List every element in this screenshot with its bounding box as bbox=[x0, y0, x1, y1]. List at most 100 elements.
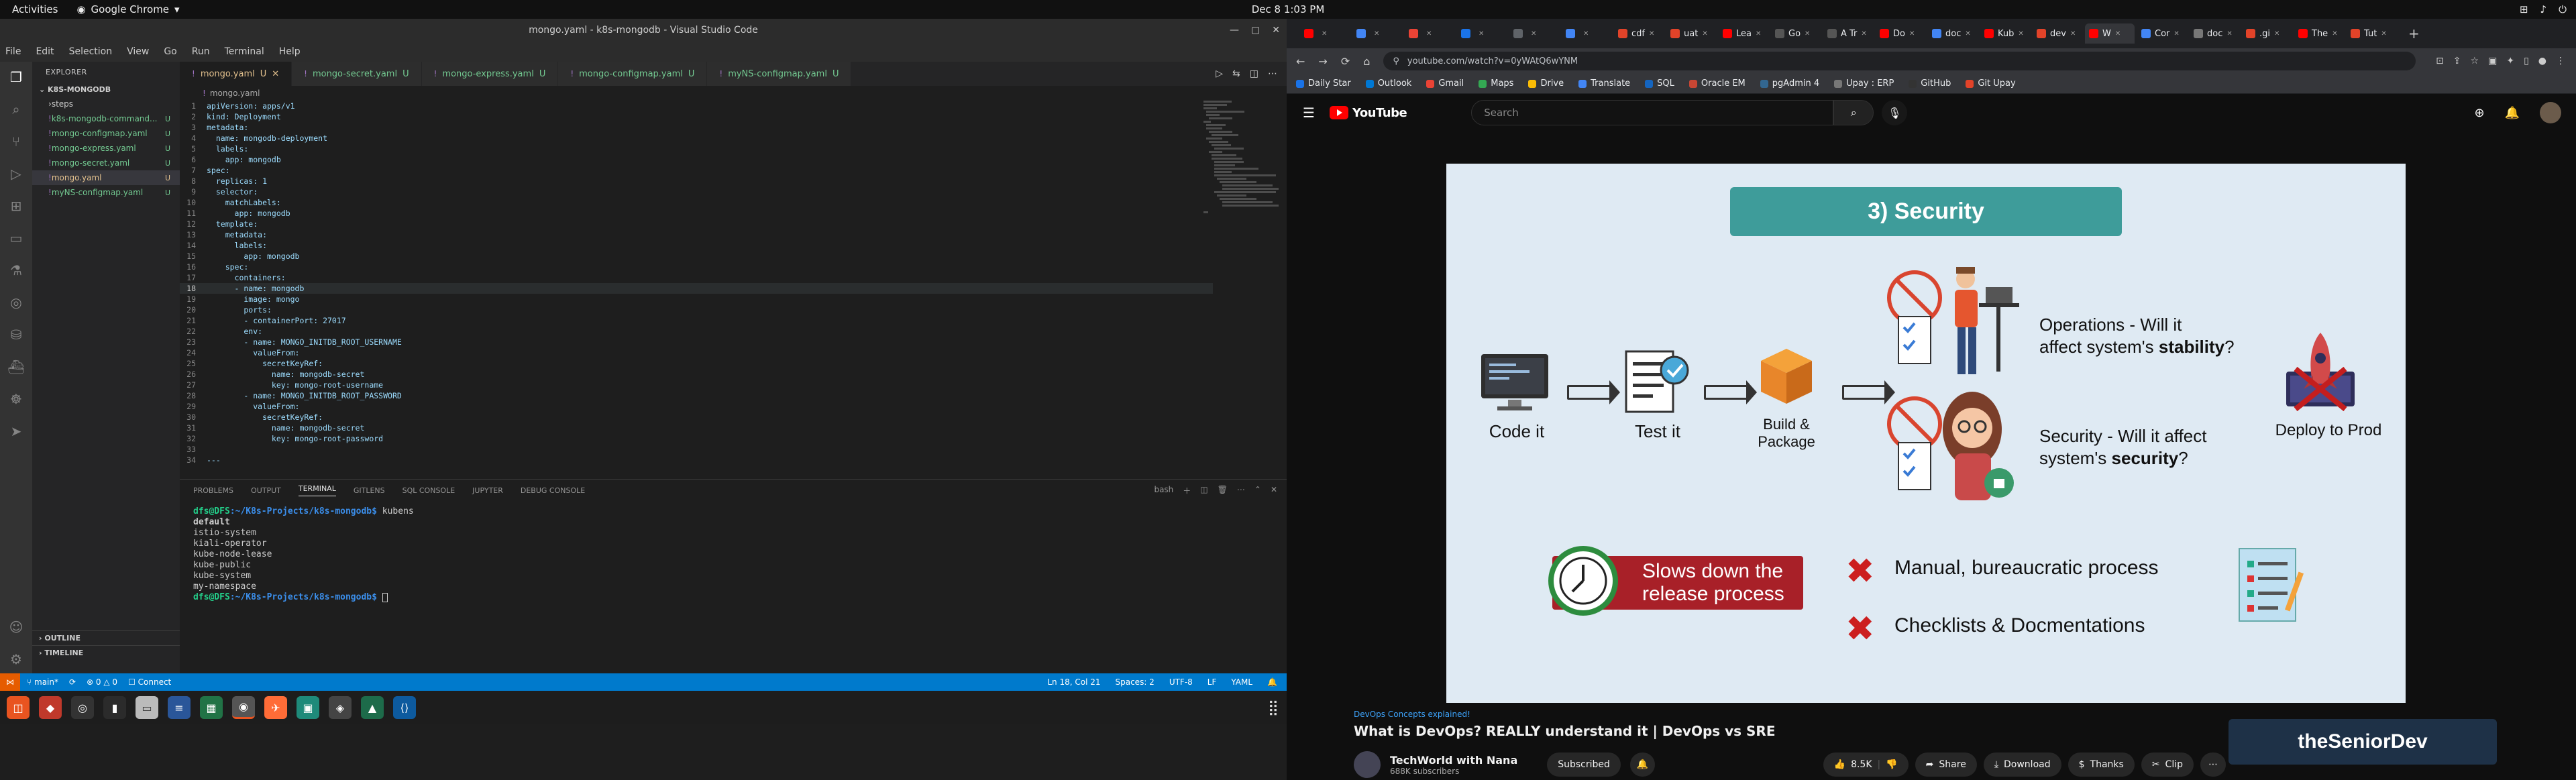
screenshot-app-icon[interactable]: ▣ bbox=[297, 696, 319, 719]
panel-tab-terminal[interactable]: TERMINAL bbox=[298, 484, 336, 496]
browser-tab[interactable]: .gi ✕ bbox=[2242, 23, 2292, 44]
menu-file[interactable]: File bbox=[5, 46, 21, 57]
ubuntu-software-icon[interactable]: ◫ bbox=[7, 696, 30, 719]
editor-tab[interactable]: ! mongo.yaml U ✕ bbox=[180, 62, 292, 86]
remote-indicator-icon[interactable]: ⋈ bbox=[0, 673, 20, 691]
sidepanel-icon[interactable]: ▯ bbox=[2524, 56, 2529, 66]
workspace-folder[interactable]: ⌄ K8S-MONGODB bbox=[32, 82, 180, 97]
close-tab-icon[interactable]: ✕ bbox=[272, 69, 279, 79]
browser-tab[interactable]: A Tr ✕ bbox=[1823, 23, 1873, 44]
maximize-panel-icon[interactable]: ⌃ bbox=[1254, 485, 1261, 496]
menu-go[interactable]: Go bbox=[164, 46, 176, 57]
thanks-button[interactable]: $ Thanks bbox=[2068, 753, 2135, 777]
cursor-position[interactable]: Ln 18, Col 21 bbox=[1047, 677, 1100, 687]
file-item[interactable]: ! k8s-mongodb-command... U bbox=[32, 111, 180, 126]
panel-tab-output[interactable]: OUTPUT bbox=[251, 486, 281, 495]
search-icon[interactable]: ⌕ bbox=[7, 101, 25, 118]
compare-icon[interactable]: ⇆ bbox=[1232, 68, 1240, 79]
close-tab-icon[interactable]: ✕ bbox=[1909, 30, 1915, 38]
app-menu[interactable]: ◉ Google Chrome ▾ bbox=[70, 3, 186, 15]
vscode-app-icon[interactable]: ⟨⟩ bbox=[393, 696, 416, 719]
close-tab-icon[interactable]: ✕ bbox=[1531, 30, 1536, 38]
file-item[interactable]: ! mongo.yaml U bbox=[32, 170, 180, 185]
close-tab-icon[interactable]: ✕ bbox=[1426, 30, 1432, 38]
bookmark-item[interactable]: pgAdmin 4 bbox=[1760, 78, 1819, 89]
docs-icon[interactable]: ≡ bbox=[168, 696, 191, 719]
browser-tab[interactable]: ✕ bbox=[1562, 23, 1611, 44]
remote-explorer-icon[interactable]: ▭ bbox=[7, 229, 25, 247]
run-icon[interactable]: ▷ bbox=[1216, 68, 1223, 79]
chrome-menu-icon[interactable]: ⋮ bbox=[2556, 56, 2565, 66]
panel-tab-jupyter[interactable]: JUPYTER bbox=[472, 486, 503, 495]
close-tab-icon[interactable]: ✕ bbox=[1702, 30, 1707, 38]
close-panel-icon[interactable]: ✕ bbox=[1271, 485, 1277, 496]
gitkraken-icon[interactable]: ◈ bbox=[329, 696, 352, 719]
extensions-puzzle-icon[interactable]: ✦ bbox=[2506, 56, 2514, 66]
notification-bell-button[interactable]: 🔔 bbox=[1629, 753, 1656, 777]
thumbs-down-icon[interactable]: 👎 bbox=[1886, 759, 1897, 770]
more-actions-icon[interactable]: ⋯ bbox=[1237, 485, 1245, 496]
bookmark-item[interactable]: Outlook bbox=[1365, 78, 1411, 89]
menu-terminal[interactable]: Terminal bbox=[225, 46, 264, 57]
sheets-icon[interactable]: ▦ bbox=[200, 696, 223, 719]
sponsored-ad-banner[interactable]: theSeniorDev bbox=[2229, 719, 2497, 765]
close-tab-icon[interactable]: ✕ bbox=[2381, 30, 2386, 38]
code-editor[interactable]: 1 apiVersion: apps/v1 2 kind: Deployment 3 me… bbox=[180, 101, 1213, 465]
editor-tab[interactable]: ! mongo-configmap.yaml U bbox=[558, 62, 708, 86]
timeline-section[interactable]: › TIMELINE bbox=[32, 645, 180, 660]
install-icon[interactable]: ⊡ bbox=[2436, 56, 2444, 66]
browser-tab[interactable]: Cor ✕ bbox=[2137, 23, 2187, 44]
bookmark-item[interactable]: Daily Star bbox=[1296, 78, 1351, 89]
gitlens-icon[interactable]: ◎ bbox=[7, 294, 25, 311]
channel-avatar[interactable] bbox=[1354, 751, 1381, 778]
more-actions-icon[interactable]: ⋯ bbox=[1268, 68, 1277, 79]
anydesk-icon[interactable]: ◆ bbox=[39, 696, 62, 719]
menu-help[interactable]: Help bbox=[279, 46, 301, 57]
file-item[interactable]: ! myNS-configmap.yaml U bbox=[32, 185, 180, 200]
browser-tab[interactable]: dev ✕ bbox=[2033, 23, 2082, 44]
menu-run[interactable]: Run bbox=[192, 46, 210, 57]
hamburger-menu-icon[interactable]: ☰ bbox=[1303, 105, 1315, 121]
settings-gear-icon[interactable]: ⚙ bbox=[7, 651, 25, 668]
close-tab-icon[interactable]: ✕ bbox=[1322, 30, 1327, 38]
youtube-search-input[interactable]: Search bbox=[1471, 100, 1834, 125]
terminal[interactable]: dfs@DFS:~/K8s-Projects/k8s-mongodb$ kube… bbox=[180, 501, 1287, 608]
browser-tab[interactable]: ✕ bbox=[1352, 23, 1402, 44]
video-player[interactable]: 3) Security Code it Test it Build & Pack… bbox=[1446, 164, 2406, 703]
editor-tab[interactable]: ! mongo-secret.yaml U bbox=[292, 62, 422, 86]
voice-search-button[interactable]: 🎙 bbox=[1882, 100, 1908, 125]
close-tab-icon[interactable]: ✕ bbox=[1805, 30, 1810, 38]
browser-tab[interactable]: Tut ✕ bbox=[2347, 23, 2396, 44]
chrome-app-icon[interactable]: ◉ bbox=[232, 696, 255, 719]
more-button[interactable]: ⋯ bbox=[2200, 753, 2226, 777]
browser-tab[interactable]: ✕ bbox=[1405, 23, 1454, 44]
panel-tab-problems[interactable]: PROBLEMS bbox=[193, 486, 233, 495]
account-avatar[interactable] bbox=[2540, 102, 2561, 123]
maximize-icon[interactable]: ▢ bbox=[1251, 25, 1260, 36]
close-tab-icon[interactable]: ✕ bbox=[2174, 30, 2179, 38]
menu-view[interactable]: View bbox=[127, 46, 149, 57]
browser-tab[interactable]: ✕ bbox=[1300, 23, 1350, 44]
close-tab-icon[interactable]: ✕ bbox=[1965, 30, 1970, 38]
bookmark-item[interactable]: Git Upay bbox=[1966, 78, 2016, 89]
accounts-icon[interactable]: ☺ bbox=[7, 618, 25, 636]
close-tab-icon[interactable]: ✕ bbox=[1649, 30, 1654, 38]
browser-tab[interactable]: doc ✕ bbox=[1928, 23, 1978, 44]
subscribed-button[interactable]: Subscribed bbox=[1547, 753, 1621, 777]
search-button[interactable]: ⌕ bbox=[1833, 100, 1874, 125]
sync-icon[interactable]: ⟳ bbox=[69, 677, 76, 687]
close-tab-icon[interactable]: ✕ bbox=[2115, 30, 2121, 38]
home-icon[interactable]: ⌂ bbox=[1363, 55, 1370, 68]
terminal-app-icon[interactable]: ▮ bbox=[103, 696, 126, 719]
bookmark-item[interactable]: GitHub bbox=[1909, 78, 1951, 89]
extension-icon[interactable]: ▣ bbox=[2488, 56, 2497, 66]
bookmark-item[interactable]: SQL bbox=[1645, 78, 1674, 89]
close-icon[interactable]: ✕ bbox=[1272, 25, 1280, 36]
youtube-logo[interactable]: YouTube bbox=[1329, 106, 1407, 120]
site-info-icon[interactable]: ⚲ bbox=[1393, 56, 1399, 66]
outline-section[interactable]: › OUTLINE bbox=[32, 630, 180, 645]
image-viewer-icon[interactable]: ▲ bbox=[361, 696, 384, 719]
browser-tab[interactable]: cdf ✕ bbox=[1614, 23, 1664, 44]
obs-icon[interactable]: ◎ bbox=[71, 696, 94, 719]
editor-tab[interactable]: ! myNS-configmap.yaml U bbox=[707, 62, 852, 86]
